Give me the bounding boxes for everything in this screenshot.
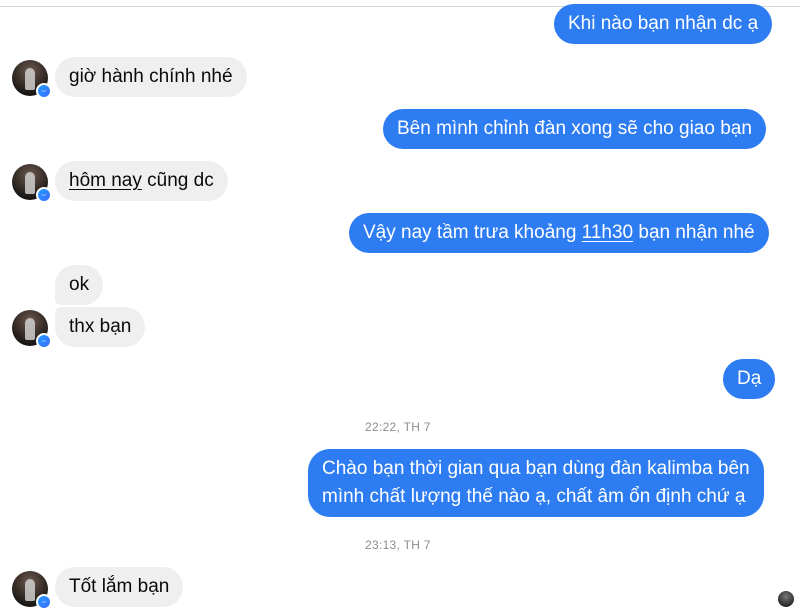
- avatar-figure: [25, 579, 35, 601]
- message-text: cũng dc: [141, 170, 214, 191]
- message-line: mình chất lượng thế nào ạ, chất âm ổn đị…: [322, 486, 746, 507]
- message-text: Vậy nay tầm trưa khoảng: [363, 222, 582, 243]
- contact-avatar[interactable]: [12, 310, 52, 349]
- contact-avatar[interactable]: [12, 60, 52, 99]
- link-text[interactable]: 11h30: [582, 222, 633, 243]
- avatar-figure: [25, 68, 35, 90]
- incoming-message[interactable]: thx bạn: [55, 307, 146, 347]
- incoming-message[interactable]: ok: [55, 265, 104, 305]
- outgoing-message[interactable]: Vậy nay tầm trưa khoảng 11h30 bạn nhận n…: [349, 213, 769, 253]
- outgoing-message[interactable]: Bên mình chỉnh đàn xong sẽ cho giao bạn: [383, 109, 766, 149]
- message-line: Chào bạn thời gian qua bạn dùng đàn kali…: [322, 458, 750, 479]
- contact-avatar[interactable]: [12, 164, 52, 203]
- outgoing-message[interactable]: Chào bạn thời gian qua bạn dùng đàn kali…: [308, 449, 764, 517]
- messenger-icon: [36, 333, 52, 349]
- outgoing-message[interactable]: Dạ: [723, 359, 776, 399]
- avatar-figure: [25, 318, 35, 340]
- link-text[interactable]: hôm nay: [69, 170, 142, 191]
- contact-avatar[interactable]: [12, 571, 52, 610]
- read-receipt-avatar: [778, 591, 794, 607]
- timestamp: 23:13, TH 7: [365, 538, 431, 552]
- incoming-message[interactable]: giờ hành chính nhé: [55, 57, 247, 97]
- messenger-icon: [36, 594, 52, 610]
- incoming-message[interactable]: hôm nay cũng dc: [55, 161, 228, 201]
- messenger-icon: [36, 83, 52, 99]
- messenger-icon: [36, 187, 52, 203]
- timestamp: 22:22, TH 7: [365, 420, 431, 434]
- incoming-message[interactable]: Tốt lắm bạn: [55, 567, 184, 607]
- avatar-figure: [25, 172, 35, 194]
- message-text: bạn nhận nhé: [633, 222, 755, 243]
- outgoing-message[interactable]: Khi nào bạn nhận dc ạ: [554, 4, 773, 44]
